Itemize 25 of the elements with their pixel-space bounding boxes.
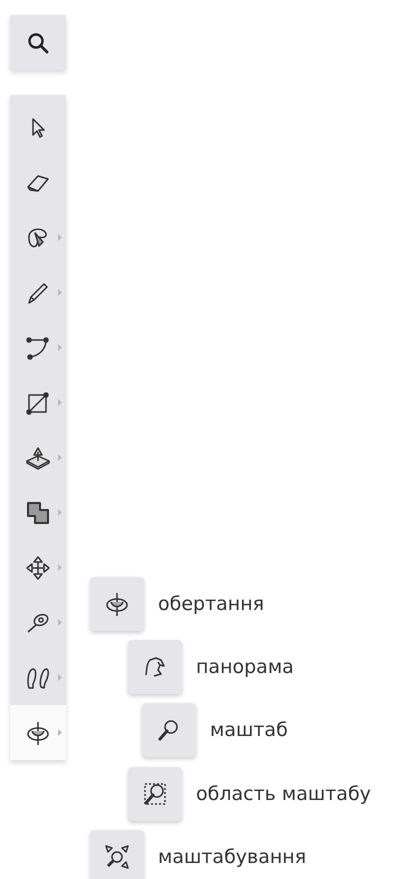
flyout-label: область маштабу [196, 783, 371, 805]
flyout-label: обертання [158, 593, 264, 615]
flyout-button[interactable] [128, 640, 182, 694]
submenu-arrow-icon [58, 564, 62, 571]
submenu-arrow-icon [58, 729, 62, 736]
flyout-button[interactable] [90, 577, 144, 631]
flyout-button[interactable] [128, 767, 182, 821]
tool-button[interactable] [10, 705, 66, 760]
search-button[interactable] [10, 15, 66, 70]
submenu-arrow-icon [58, 344, 62, 351]
flyout-label: панорама [196, 656, 294, 678]
submenu-arrow-icon [58, 399, 62, 406]
submenu-arrow-icon [58, 619, 62, 626]
submenu-arrow-icon [58, 234, 62, 241]
search-icon [27, 32, 49, 54]
submenu-arrow-icon [58, 674, 62, 681]
move-arrows-icon [24, 554, 52, 582]
zoom-extents-icon [103, 843, 131, 871]
submenu-arrow-icon [58, 289, 62, 296]
flyout-label: маштаб [210, 719, 288, 741]
flyout-button[interactable] [90, 830, 144, 879]
submenu-arrow-icon [58, 454, 62, 461]
flyout-button[interactable] [142, 703, 196, 757]
flyout-label: маштабування [158, 846, 306, 868]
submenu-arrow-icon [58, 509, 62, 516]
